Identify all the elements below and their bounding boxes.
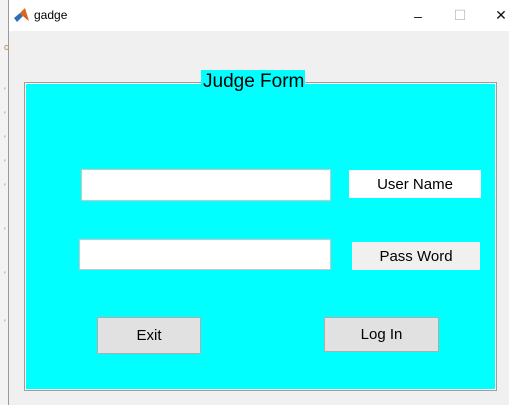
background-glyph: '	[4, 318, 6, 328]
background-glyph: '	[4, 270, 6, 280]
password-label: Pass Word	[352, 242, 480, 270]
panel-title: Judge Form	[201, 70, 306, 94]
exit-button[interactable]: Exit	[97, 317, 201, 354]
background-glyph: '	[4, 86, 6, 96]
background-glyph: '	[4, 182, 6, 192]
background-glyph: '	[4, 110, 6, 120]
background-glyph: '	[4, 226, 6, 236]
matlab-icon	[14, 8, 29, 22]
password-input[interactable]	[79, 239, 331, 270]
login-button[interactable]: Log In	[324, 317, 439, 352]
window-title: gadge	[34, 8, 68, 22]
title-bar[interactable]: gadge – ☐ ✕	[9, 0, 509, 31]
gadge-window: gadge – ☐ ✕ Judge Form User Name Pass Wo…	[8, 0, 509, 405]
maximize-button[interactable]: ☐	[437, 0, 483, 31]
username-input[interactable]	[81, 169, 331, 201]
close-button[interactable]: ✕	[478, 0, 509, 31]
judge-form-panel: Judge Form User Name Pass Word Exit Log …	[24, 70, 497, 391]
background-glyph: '	[4, 134, 6, 144]
username-label: User Name	[349, 170, 481, 198]
background-glyph: '	[4, 158, 6, 168]
minimize-button[interactable]: –	[395, 0, 441, 31]
